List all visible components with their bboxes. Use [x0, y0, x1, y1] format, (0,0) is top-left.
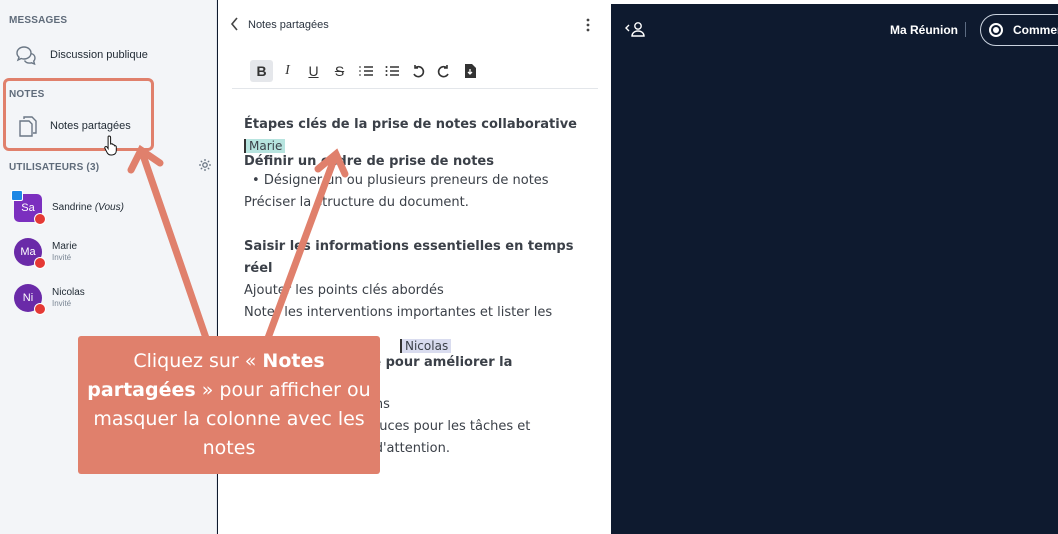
user-role: Invité — [52, 253, 72, 262]
doc-bullet: • Désigner un ou plusieurs preneurs de n… — [252, 173, 549, 188]
doc-heading: Saisir les informations essentielles en … — [244, 239, 574, 276]
user-name: Sandrine (Vous) — [52, 202, 124, 213]
underline-button[interactable]: U — [302, 60, 325, 82]
toggle-user-list-icon[interactable] — [624, 20, 646, 38]
bullet-list-icon — [385, 66, 399, 76]
bullet-list-button[interactable] — [380, 60, 403, 82]
ordered-list-icon — [359, 66, 373, 76]
redo-icon — [437, 65, 449, 78]
export-button[interactable] — [458, 60, 481, 82]
doc-line: Ajouter les points clés abordés — [244, 283, 444, 298]
meeting-header-area: Ma Réunion Commen — [611, 0, 1058, 534]
avatar-initials: Ni — [22, 292, 34, 304]
user-row-sandrine[interactable]: Sa Sandrine (Vous) — [11, 190, 124, 225]
avatar: Sa — [11, 190, 46, 225]
record-icon — [989, 23, 1003, 37]
user-name: Marie — [52, 241, 78, 252]
italic-button[interactable]: I — [276, 60, 299, 82]
tutorial-callout: Cliquez sur « Notes partagées » pour aff… — [78, 336, 380, 474]
user-row-nicolas[interactable]: Ni Nicolas Invité — [14, 284, 85, 315]
strikethrough-button[interactable]: S — [328, 60, 351, 82]
hand-pointer-icon — [104, 135, 117, 156]
doc-heading: Définir un cadre de prise de notes — [244, 154, 494, 169]
notes-title: Notes partagées — [248, 19, 329, 31]
avatar: Ni — [14, 284, 46, 315]
undo-icon — [412, 65, 424, 78]
record-button-label: Commen — [1013, 23, 1058, 37]
gear-icon[interactable] — [198, 158, 212, 172]
avatar: Ma — [14, 238, 46, 269]
muted-mic-icon — [34, 257, 46, 269]
muted-mic-icon — [34, 303, 46, 315]
doc-line: Préciser la structure du document. — [244, 195, 469, 210]
doc-heading: Étapes clés de la prise de notes collabo… — [244, 117, 577, 132]
users-section-title: UTILISATEURS (3) — [9, 162, 100, 173]
collaborator-cursor-nicolas: Nicolas — [400, 339, 452, 353]
public-chat-label: Discussion publique — [50, 49, 148, 61]
undo-button[interactable] — [406, 60, 429, 82]
top-strip — [611, 0, 1058, 4]
redo-button[interactable] — [432, 60, 455, 82]
header-divider — [965, 22, 966, 37]
chevron-left-icon[interactable] — [230, 17, 240, 31]
start-recording-button[interactable]: Commen — [980, 14, 1058, 46]
bold-button[interactable]: B — [250, 60, 273, 82]
notes-header: Notes partagées — [218, 0, 611, 50]
meeting-name: Ma Réunion — [890, 23, 958, 37]
highlight-frame — [3, 78, 154, 151]
user-name: Nicolas — [52, 287, 85, 298]
user-row-marie[interactable]: Ma Marie Invité — [14, 238, 78, 269]
collaborator-cursor-marie: Marie — [244, 139, 286, 153]
messages-section-title: MESSAGES — [9, 15, 68, 26]
ordered-list-button[interactable] — [354, 60, 377, 82]
toolbar-divider — [232, 88, 598, 89]
chat-bubbles-icon — [16, 46, 36, 66]
editor-toolbar: B I U S — [250, 60, 481, 82]
file-export-icon — [464, 64, 476, 78]
avatar-initials: Ma — [20, 246, 36, 258]
screen-share-icon — [11, 190, 23, 201]
doc-line: Noter les interventions importantes et l… — [244, 305, 553, 320]
user-role: Invité — [52, 299, 72, 308]
public-chat-item[interactable]: Discussion publique — [14, 44, 148, 66]
avatar-initials: Sa — [21, 202, 35, 214]
muted-mic-icon — [34, 213, 46, 225]
more-options-icon[interactable] — [583, 17, 593, 33]
